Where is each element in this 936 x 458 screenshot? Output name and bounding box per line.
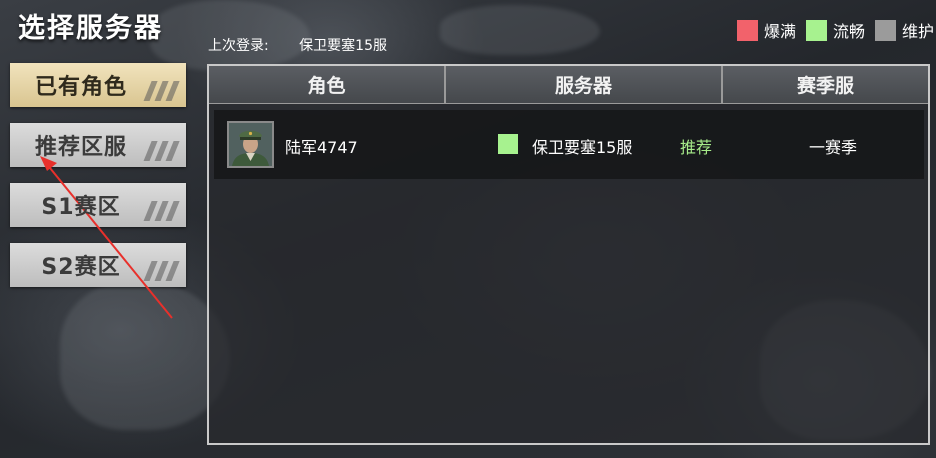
server-status-legend: 爆满 流畅 维护 [727, 18, 934, 42]
legend-label-maintenance: 维护 [901, 22, 934, 41]
tab-label: S1赛区 [41, 195, 121, 220]
stripes-decoration-icon [142, 201, 180, 221]
column-header-season: 赛季服 [796, 75, 854, 97]
tab-s2-region[interactable]: S2赛区 [10, 243, 186, 287]
legend-swatch-smooth [805, 19, 827, 41]
legend-label-smooth: 流畅 [832, 22, 865, 41]
tab-label: 推荐区服 [34, 135, 127, 160]
side-tab-list: 已有角色 推荐区服 S1赛区 S2赛区 [10, 63, 186, 303]
legend-swatch-maintenance [874, 19, 896, 41]
stripes-decoration-icon [142, 261, 180, 281]
last-login-label: 上次登录: [208, 38, 269, 54]
legend-item-smooth: 流畅 [805, 18, 865, 42]
last-login-info: 上次登录: 保卫要塞15服 [208, 35, 387, 55]
tab-label: 已有角色 [34, 75, 127, 100]
map-background-shape [440, 5, 600, 55]
server-status-indicator [498, 134, 518, 154]
legend-label-full: 爆满 [763, 22, 796, 41]
tab-existing-roles[interactable]: 已有角色 [10, 63, 186, 107]
season-name: 一赛季 [809, 138, 858, 157]
legend-item-full: 爆满 [736, 18, 796, 42]
tab-s1-region[interactable]: S1赛区 [10, 183, 186, 227]
last-login-server[interactable]: 保卫要塞15服 [299, 38, 387, 54]
legend-swatch-full [736, 19, 758, 41]
table-row[interactable]: 陆军4747 保卫要塞15服 推荐 一赛季 [214, 110, 924, 179]
column-header-server: 服务器 [446, 66, 723, 103]
server-list-panel: 角色 服务器 赛季服 陆军4747 保卫要塞15服 推荐 一赛季 [207, 64, 930, 445]
stripes-decoration-icon [142, 81, 180, 101]
soldier-portrait-icon [227, 121, 274, 168]
recommend-tag: 推荐 [680, 138, 713, 157]
tab-recommended-servers[interactable]: 推荐区服 [10, 123, 186, 167]
server-name: 保卫要塞15服 [532, 138, 633, 157]
tab-label: S2赛区 [41, 255, 121, 280]
table-header: 角色 服务器 赛季服 [209, 66, 928, 104]
column-header-role: 角色 [209, 66, 446, 103]
page-title: 选择服务器 [18, 13, 163, 44]
stripes-decoration-icon [142, 141, 180, 161]
legend-item-maintenance: 维护 [874, 18, 934, 42]
role-name: 陆军4747 [285, 138, 358, 157]
